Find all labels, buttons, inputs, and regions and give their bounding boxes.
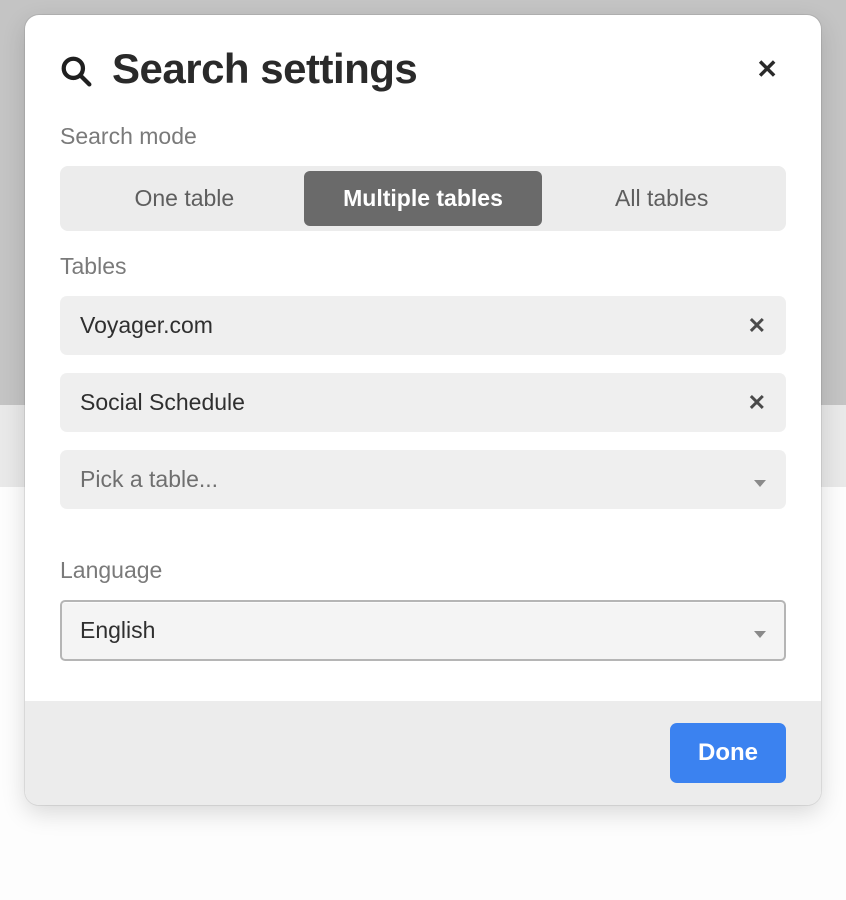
chevron-down-icon — [754, 466, 766, 493]
close-icon: ✕ — [748, 313, 766, 338]
language-select[interactable]: English — [60, 600, 786, 661]
remove-table-button[interactable]: ✕ — [748, 315, 766, 337]
tables-label: Tables — [60, 253, 786, 280]
search-icon — [60, 55, 92, 87]
remove-table-button[interactable]: ✕ — [748, 392, 766, 414]
close-icon: ✕ — [748, 390, 766, 415]
table-chip: Voyager.com ✕ — [60, 296, 786, 355]
search-mode-all-tables[interactable]: All tables — [542, 171, 781, 226]
table-chip-name: Social Schedule — [80, 389, 245, 416]
modal-title: Search settings — [112, 45, 417, 93]
modal-header: Search settings ✕ — [25, 15, 821, 115]
table-picker-placeholder: Pick a table... — [80, 466, 218, 493]
search-mode-one-table[interactable]: One table — [65, 171, 304, 226]
chevron-down-icon — [754, 617, 766, 644]
search-mode-label: Search mode — [60, 123, 786, 150]
close-button[interactable]: ✕ — [748, 52, 786, 86]
search-settings-modal: Search settings ✕ Search mode One table … — [25, 15, 821, 805]
language-selected-value: English — [80, 617, 155, 644]
modal-footer: Done — [25, 701, 821, 805]
done-button[interactable]: Done — [670, 723, 786, 783]
table-picker-dropdown[interactable]: Pick a table... — [60, 450, 786, 509]
table-chip: Social Schedule ✕ — [60, 373, 786, 432]
modal-body: Search mode One table Multiple tables Al… — [25, 115, 821, 701]
search-mode-segmented-control: One table Multiple tables All tables — [60, 166, 786, 231]
language-label: Language — [60, 557, 786, 584]
search-mode-multiple-tables[interactable]: Multiple tables — [304, 171, 543, 226]
table-chip-name: Voyager.com — [80, 312, 213, 339]
close-icon: ✕ — [756, 54, 778, 84]
